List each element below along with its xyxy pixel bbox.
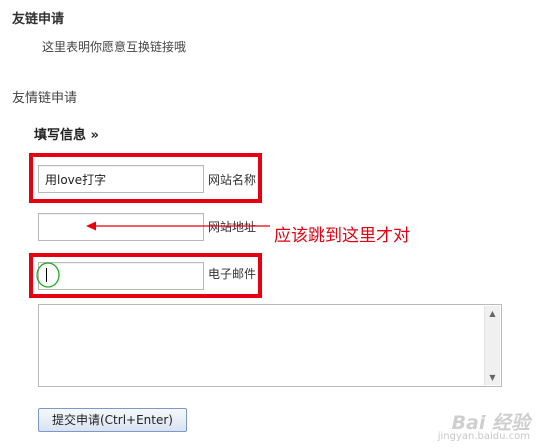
form-subheader: 填写信息 » <box>34 128 99 143</box>
annotation-text: 应该跳到这里才对 <box>274 226 410 246</box>
scroll-down-icon[interactable]: ▼ <box>485 370 500 385</box>
textarea-scrollbar[interactable]: ▲ ▼ <box>484 306 500 385</box>
scroll-up-icon[interactable]: ▲ <box>485 306 500 321</box>
annotation-arrow <box>86 221 270 231</box>
email-label: 电子邮件 <box>208 267 257 281</box>
focus-circle-mark <box>36 262 60 288</box>
watermark-brand: Bai 经验 <box>451 412 530 434</box>
site-name-input[interactable] <box>38 165 204 193</box>
form-header: 友情链申请 <box>12 91 78 106</box>
submit-button[interactable]: 提交申请(Ctrl+Enter) <box>38 408 187 432</box>
section-description: 这里表明你愿意互换链接哦 <box>42 40 187 54</box>
watermark: Bai 经验 jingyan.baidu.com <box>437 412 530 443</box>
site-name-label: 网站名称 <box>208 173 257 187</box>
watermark-url: jingyan.baidu.com <box>437 431 530 442</box>
message-textarea[interactable]: ▲ ▼ <box>38 304 502 387</box>
section-title: 友链申请 <box>12 12 65 27</box>
